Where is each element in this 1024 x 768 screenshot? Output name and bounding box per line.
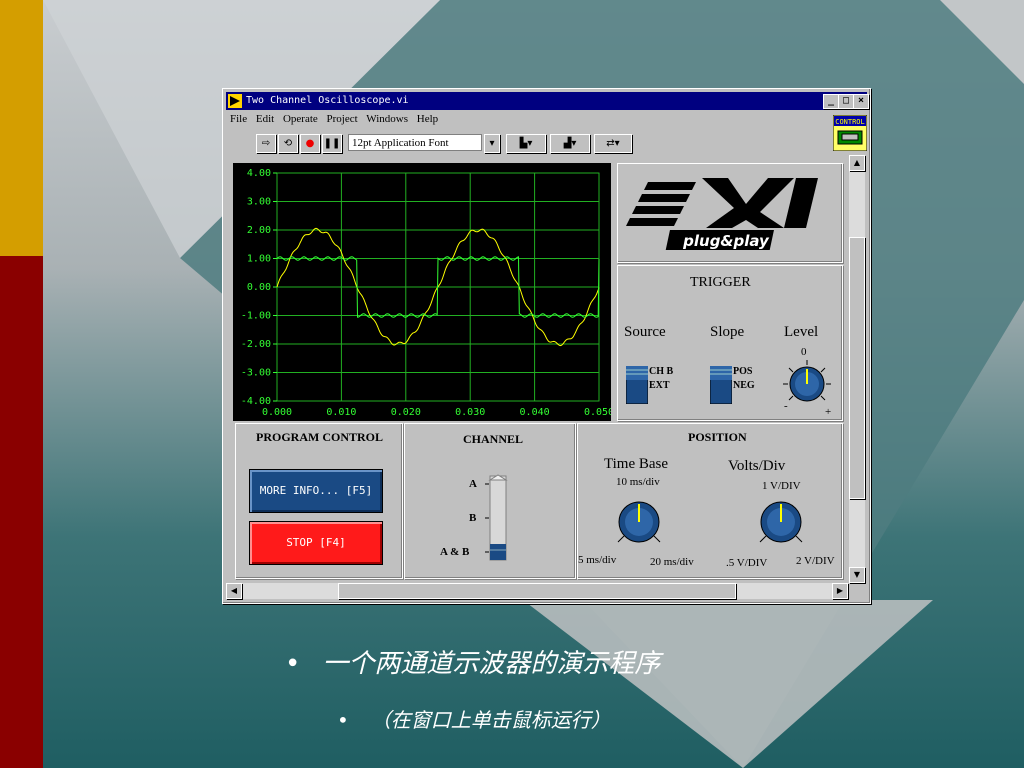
time-base-value: 10 ms/div xyxy=(616,476,660,488)
vertical-scroll-thumb[interactable] xyxy=(849,237,865,499)
bullet-item-2: • （在窗口上单击鼠标运行） xyxy=(337,704,611,733)
y-tick-label: 1.00 xyxy=(247,254,271,265)
oscilloscope-window: Two Channel Oscilloscope.vi _ □ × File E… xyxy=(222,88,871,604)
x-tick-label: 0.030 xyxy=(455,407,485,418)
volts-div-min-label: .5 V/DIV xyxy=(726,557,768,569)
menu-project[interactable]: Project xyxy=(327,113,358,125)
font-dropdown-arrow[interactable]: ▾ xyxy=(484,134,500,153)
trigger-title: TRIGGER xyxy=(690,275,751,290)
y-tick-label: 4.00 xyxy=(247,168,271,179)
distribute-objects-button[interactable]: ▟▾ xyxy=(550,134,590,153)
bullet-item-1: • 一个两通道示波器的演示程序 xyxy=(285,643,660,680)
horizontal-scrollbar[interactable]: ◀ ▶ xyxy=(226,583,848,599)
source-option-ext: EXT xyxy=(649,380,670,391)
pause-button[interactable]: ❚❚ xyxy=(322,134,342,153)
menu-file[interactable]: File xyxy=(230,113,247,125)
y-tick-label: -4.00 xyxy=(241,396,271,407)
scroll-right-button[interactable]: ▶ xyxy=(832,583,848,599)
scroll-up-button[interactable]: ▲ xyxy=(849,155,865,171)
stop-button[interactable]: STOP [F4] xyxy=(249,521,383,565)
y-tick-label: -3.00 xyxy=(241,368,271,379)
source-toggle-switch[interactable] xyxy=(626,366,648,404)
scroll-down-button[interactable]: ▼ xyxy=(849,567,865,583)
minimize-button[interactable]: _ xyxy=(823,94,839,109)
vxi-logo-box: plug&play xyxy=(617,163,843,263)
bullet-mark: • xyxy=(337,708,349,732)
bullet-text-2: （在窗口上单击鼠标运行） xyxy=(370,708,611,732)
x-tick-label: 0.020 xyxy=(391,407,421,418)
volts-div-knob[interactable] xyxy=(754,496,808,550)
volts-div-value: 1 V/DIV xyxy=(762,480,801,492)
scroll-left-button[interactable]: ◀ xyxy=(226,583,242,599)
vertical-scrollbar[interactable]: ▲ ▼ xyxy=(849,155,865,583)
x-tick-label: 0.000 xyxy=(262,407,292,418)
level-label: Level xyxy=(784,324,819,340)
align-objects-button[interactable]: ▙▾ xyxy=(506,134,546,153)
y-tick-label: 0.00 xyxy=(247,282,271,293)
reorder-button[interactable]: ⇄▾ xyxy=(594,134,632,153)
x-tick-label: 0.040 xyxy=(520,407,550,418)
font-selector[interactable]: 12pt Application Font xyxy=(348,134,482,151)
front-panel: 0.0000.0100.0200.0300.0400.0504.003.002.… xyxy=(226,155,848,583)
channel-title: CHANNEL xyxy=(463,432,524,446)
run-button[interactable]: ⇨ xyxy=(256,134,276,153)
bullet-mark: • xyxy=(285,649,301,679)
level-plus-label: + xyxy=(825,406,832,418)
source-label: Source xyxy=(624,324,666,340)
channel-option-ab: A & B xyxy=(440,546,470,558)
time-base-min-label: 5 ms/div xyxy=(578,554,617,566)
title-bar[interactable]: Two Channel Oscilloscope.vi _ □ × xyxy=(226,92,869,110)
waveform-graph[interactable]: 0.000 0.010 0.020 0.030 0.040 0.050 4.00 3.00 2.… xyxy=(233,163,611,421)
menu-help[interactable]: Help xyxy=(417,113,438,125)
x-tick-label: 0.010 xyxy=(326,407,356,418)
labview-vi-icon xyxy=(228,94,242,108)
abort-button[interactable]: ● xyxy=(300,134,320,153)
channel-option-a: A xyxy=(469,478,477,490)
source-option-chb: CH B xyxy=(649,366,674,377)
y-tick-label: -1.00 xyxy=(241,311,271,322)
menu-bar: File Edit Operate Project Windows Help xyxy=(226,113,826,129)
menu-edit[interactable]: Edit xyxy=(256,113,274,125)
vxi-plug-play-logo: plug&play xyxy=(626,178,818,250)
position-title: POSITION xyxy=(688,430,747,444)
time-base-label: Time Base xyxy=(604,456,669,472)
volts-div-max-label: 2 V/DIV xyxy=(796,555,835,567)
maximize-button[interactable]: □ xyxy=(838,94,854,109)
trigger-panel: TRIGGER Source Slope Level CH B EXT POS … xyxy=(617,265,843,421)
control-panel-icon[interactable]: CONTROL xyxy=(833,115,867,151)
level-zero-label: 0 xyxy=(801,346,807,358)
more-info-button[interactable]: MORE INFO... [F5] xyxy=(249,469,383,513)
close-button[interactable]: × xyxy=(853,94,869,109)
horizontal-scroll-thumb[interactable] xyxy=(338,583,736,599)
slope-option-neg: NEG xyxy=(733,380,755,391)
bullet-text-1: 一个两通道示波器的演示程序 xyxy=(322,649,661,679)
x-tick-label: 0.050 xyxy=(584,407,611,418)
channel-option-b: B xyxy=(469,512,477,524)
program-control-title: PROGRAM CONTROL xyxy=(256,430,383,444)
channel-panel: CHANNEL A B A & B xyxy=(404,423,576,579)
menu-operate[interactable]: Operate xyxy=(283,113,318,125)
toolbar: ⇨ ⟲ ● ❚❚ 12pt Application Font ▾ ▙▾ ▟▾ ⇄… xyxy=(226,131,867,155)
slope-option-pos: POS xyxy=(733,366,753,377)
time-base-knob[interactable] xyxy=(612,496,666,550)
level-minus-label: - xyxy=(784,400,788,412)
time-base-max-label: 20 ms/div xyxy=(650,556,694,568)
slope-label: Slope xyxy=(710,324,745,340)
control-badge-text: CONTROL xyxy=(835,118,865,126)
menu-windows[interactable]: Windows xyxy=(366,113,408,125)
channel-slider[interactable] xyxy=(485,474,509,564)
logo-text: plug&play xyxy=(682,232,770,250)
slope-toggle-switch[interactable] xyxy=(710,366,732,404)
y-tick-label: 3.00 xyxy=(247,197,271,208)
slide-accent-bar-gold xyxy=(0,0,43,256)
slide-accent-bar-red xyxy=(0,256,43,768)
run-continuous-button[interactable]: ⟲ xyxy=(278,134,298,153)
volts-div-label: Volts/Div xyxy=(728,458,786,474)
window-title: Two Channel Oscilloscope.vi xyxy=(246,95,409,106)
y-tick-label: 2.00 xyxy=(247,225,271,236)
y-tick-label: -2.00 xyxy=(241,339,271,350)
position-panel: POSITION Time Base 10 ms/div Volts/Div 1… xyxy=(577,423,843,579)
